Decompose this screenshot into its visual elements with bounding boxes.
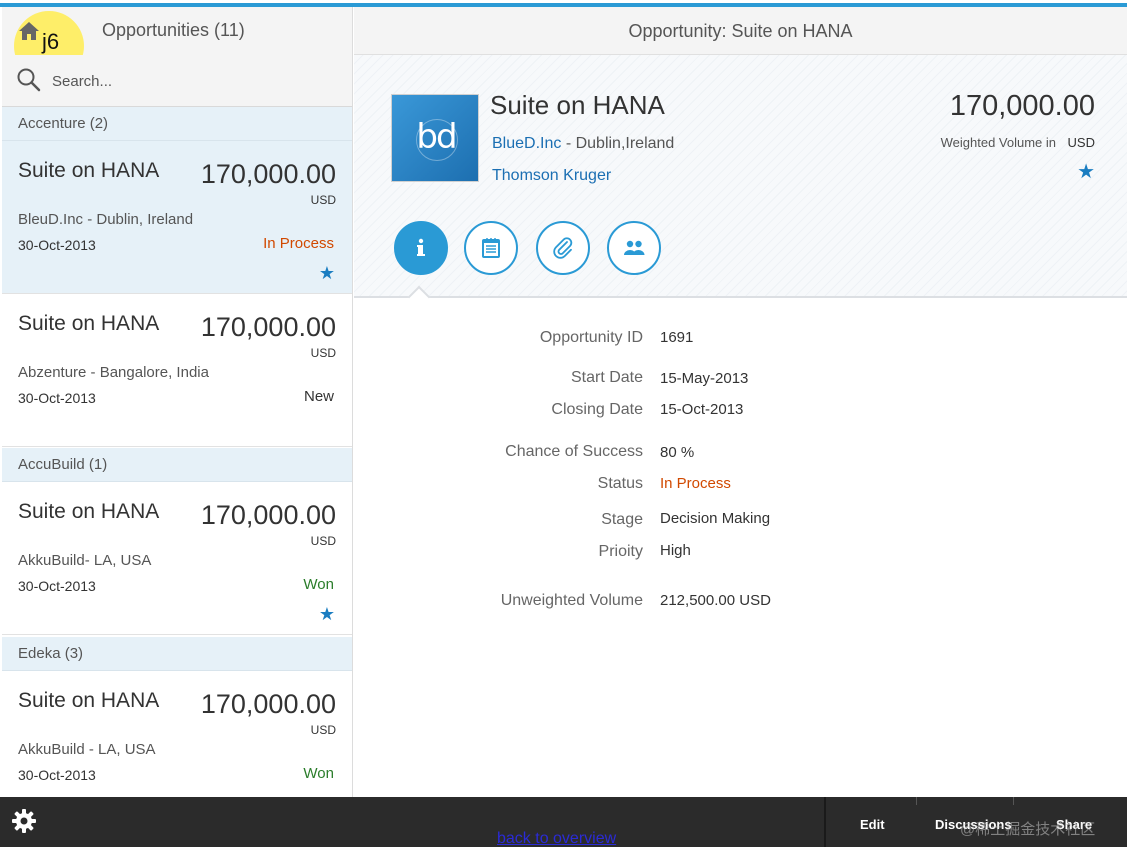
people-icon — [624, 240, 645, 255]
edit-button[interactable]: Edit — [860, 817, 885, 832]
company-logo-text: bd — [416, 117, 457, 157]
search-bar — [2, 55, 352, 107]
item-status: New — [303, 388, 334, 405]
item-unit: USD — [310, 193, 336, 207]
field-value: 15-May-2013 — [660, 370, 749, 387]
item-account: AkkuBuild - LA, USA — [18, 741, 156, 758]
item-account: BleuD.Inc - Dublin, Ireland — [18, 211, 194, 228]
item-unit: USD — [310, 534, 336, 548]
footer-divider — [1013, 797, 1014, 805]
account-location: - Dublin,Ireland — [561, 135, 675, 152]
notes-icon — [482, 238, 500, 258]
item-amount: 170,000.00 — [200, 312, 336, 342]
tab-notes[interactable] — [464, 221, 518, 275]
favorite-star-icon: ★ — [318, 604, 335, 624]
item-title: Suite on HANA — [18, 500, 160, 523]
object-amount: 170,000.00 — [949, 90, 1095, 122]
item-date: 30-Oct-2013 — [18, 578, 96, 594]
account-link[interactable]: BlueD.Inc — [492, 135, 561, 152]
touch-indicator-label: j6 — [42, 29, 60, 54]
home-icon[interactable] — [18, 21, 40, 41]
item-unit: USD — [310, 723, 336, 737]
footer-divider — [824, 797, 826, 847]
field-label: Chance of Success — [505, 443, 643, 460]
field-label: Stage — [601, 511, 643, 528]
item-amount: 170,000.00 — [200, 689, 336, 719]
tab-contacts[interactable] — [607, 221, 661, 275]
object-title: Suite on HANA — [490, 90, 665, 120]
tab-attachments[interactable] — [536, 221, 590, 275]
field-value: High — [660, 542, 691, 559]
tab-info[interactable] — [394, 221, 448, 275]
item-title: Suite on HANA — [18, 159, 160, 182]
field-value: 80 % — [660, 444, 695, 461]
detail-pane: Opportunity: Suite on HANA bd Suite on H… — [354, 7, 1127, 797]
favorite-star-icon: ★ — [318, 263, 335, 283]
app-root: j6 Opportunities (11) Accenture (2) Suit… — [0, 0, 1127, 847]
weighted-volume-label: Weighted Volume in — [940, 135, 1056, 150]
item-title: Suite on HANA — [18, 689, 160, 712]
master-title: Opportunities (11) — [102, 20, 245, 40]
item-unit: USD — [310, 346, 336, 360]
item-amount: 170,000.00 — [200, 500, 336, 530]
object-account: BlueD.Inc - Dublin,Ireland — [492, 135, 674, 153]
search-input[interactable] — [52, 69, 332, 93]
group-header: Edeka (3) — [2, 637, 352, 671]
list-item[interactable]: Suite on HANA 170,000.00 USD AkkuBuild -… — [2, 671, 352, 797]
company-logo: bd — [391, 94, 479, 182]
field-value: 1691 — [660, 329, 694, 346]
gear-icon[interactable] — [11, 808, 37, 834]
group-label: Accenture (2) — [18, 115, 109, 132]
field-label: Status — [597, 475, 643, 492]
item-status: Won — [303, 765, 334, 782]
list-item[interactable]: Suite on HANA 170,000.00 USD BleuD.Inc -… — [2, 141, 352, 294]
contact-link[interactable]: Thomson Kruger — [492, 167, 611, 185]
item-account: AkkuBuild- LA, USA — [18, 552, 152, 569]
detail-header: Opportunity: Suite on HANA — [354, 7, 1127, 55]
field-label: Prioity — [598, 543, 643, 560]
info-icon — [417, 238, 425, 256]
field-label: Closing Date — [551, 401, 643, 418]
item-account: Abzenture - Bangalore, India — [18, 364, 209, 381]
group-label: Edeka (3) — [18, 645, 84, 662]
item-date: 30-Oct-2013 — [18, 237, 96, 253]
field-value: 212,500.00 USD — [660, 592, 771, 609]
field-value-status: In Process — [660, 475, 731, 492]
list-item[interactable]: Suite on HANA 170,000.00 USD Abzenture -… — [2, 294, 352, 447]
group-label: AccuBuild (1) — [18, 456, 108, 473]
master-list: j6 Opportunities (11) Accenture (2) Suit… — [2, 7, 353, 797]
field-label: Start Date — [570, 369, 643, 386]
field-label: Unweighted Volume — [500, 592, 643, 609]
footer-divider — [916, 797, 917, 805]
back-to-overview-link[interactable]: back to overview — [497, 830, 616, 847]
detail-title: Opportunity: Suite on HANA — [628, 21, 853, 41]
weighted-volume-unit: USD — [1067, 135, 1095, 150]
item-title: Suite on HANA — [18, 312, 160, 335]
field-value: Decision Making — [660, 510, 771, 527]
item-status: In Process — [263, 235, 334, 252]
field-value: 15-Oct-2013 — [660, 401, 744, 418]
favorite-star-icon[interactable]: ★ — [1077, 159, 1095, 184]
item-amount: 170,000.00 — [200, 159, 336, 189]
item-status: Won — [303, 576, 334, 593]
item-date: 30-Oct-2013 — [18, 390, 96, 406]
paperclip-icon — [553, 237, 573, 259]
list-item[interactable]: Suite on HANA 170,000.00 USD AkkuBuild- … — [2, 482, 352, 635]
master-header: j6 Opportunities (11) — [2, 7, 352, 81]
field-label: Opportunity ID — [539, 329, 643, 346]
watermark: @稀土掘金技术社区 — [960, 821, 1096, 838]
group-header: Accenture (2) — [2, 107, 352, 141]
search-icon[interactable] — [16, 67, 42, 93]
group-header: AccuBuild (1) — [2, 448, 352, 482]
object-header: bd Suite on HANA BlueD.Inc - Dublin,Irel… — [354, 55, 1127, 298]
item-date: 30-Oct-2013 — [18, 767, 96, 783]
